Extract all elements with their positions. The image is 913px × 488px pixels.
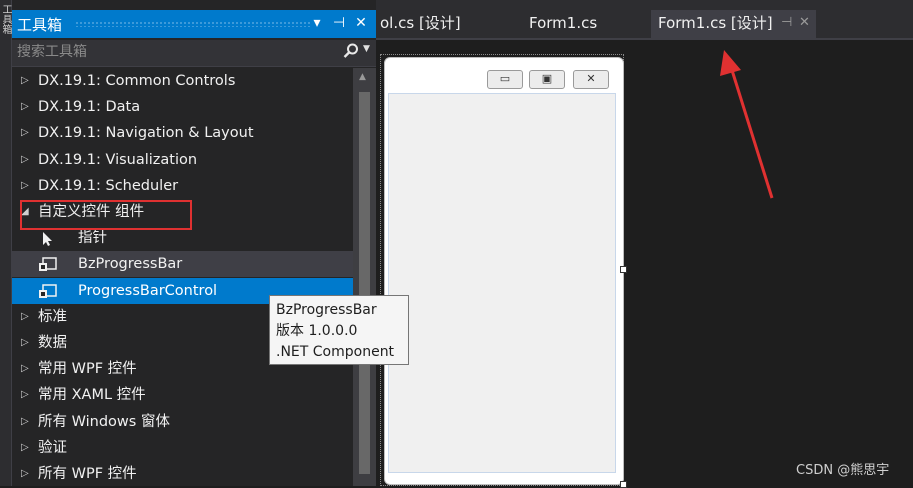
collapsed-arrow-icon[interactable]: ▷: [21, 68, 31, 94]
close-icon[interactable]: ✕: [352, 13, 370, 33]
collapsed-arrow-icon[interactable]: ▷: [21, 94, 31, 120]
tooltip-version: 版本 1.0.0.0: [276, 323, 358, 339]
toolbox-entry-label: DX.19.1: Data: [38, 99, 141, 116]
toolbox-title-bar[interactable]: 工具箱 ▾ ⊣ ✕: [12, 10, 376, 38]
toolbox-entry-label: DX.19.1: Visualization: [38, 151, 198, 168]
toolbox-entry-label: DX.19.1: Common Controls: [38, 73, 236, 89]
toolbox-tree: ▷ DX.19.1: Common Controls ▷ DX.19.1: Data ▷…: [12, 68, 353, 486]
tab-usercontrol-design[interactable]: ol.cs [设计]: [376, 10, 472, 38]
toolbox-entry-label: 常用 WPF 控件: [38, 361, 137, 378]
pin-icon[interactable]: ⊣: [330, 13, 348, 33]
component-tooltip: BzProgressBar 版本 1.0.0.0 .NET Component: [269, 295, 409, 365]
collapsed-arrow-icon[interactable]: ▷: [21, 147, 31, 173]
collapsed-arrow-icon[interactable]: ▷: [21, 356, 31, 382]
toolbox-entry-label: 所有 Windows 窗体: [38, 413, 170, 430]
collapsed-arrow-icon[interactable]: ▷: [21, 120, 31, 146]
scroll-up-arrow-icon[interactable]: ▲: [359, 72, 366, 82]
toolbox-group[interactable]: ▷ 所有 Windows 窗体: [12, 409, 353, 435]
title-grip: [75, 21, 311, 27]
toolbox-side-tab-label: 工具箱: [0, 4, 11, 34]
collapsed-arrow-icon[interactable]: ▷: [21, 382, 31, 408]
component-icon: [38, 283, 57, 299]
pin-icon[interactable]: ⊣: [781, 10, 792, 36]
toolbox-panel: 工具箱 ▾ ⊣ ✕ ▼ ▷ DX.19.1: Common Controls ▷ DX…: [12, 0, 376, 486]
toolbox-title: 工具箱: [17, 16, 63, 34]
toolbox-entry-label: 标准: [38, 308, 67, 325]
annotation-red-box: [20, 200, 192, 230]
toolbox-entry-label: 所有 WPF 控件: [38, 466, 137, 482]
toolbox-group[interactable]: ▷ DX.19.1: Navigation & Layout: [12, 120, 353, 146]
tab-form1-cs[interactable]: Form1.cs: [521, 10, 605, 38]
toolbox-entry-label: BzProgressBar: [78, 256, 183, 273]
collapsed-arrow-icon[interactable]: ▷: [21, 435, 31, 461]
toolbox-group[interactable]: ▷ DX.19.1: Common Controls: [12, 68, 353, 94]
annotation-arrow: [720, 50, 774, 199]
collapsed-arrow-icon[interactable]: ▷: [21, 330, 31, 356]
close-button[interactable]: ✕: [573, 70, 609, 89]
collapsed-arrow-icon[interactable]: ▷: [21, 461, 31, 486]
toolbox-entry-label: DX.19.1: Scheduler: [38, 177, 179, 194]
toolbox-item[interactable]: BzProgressBar: [12, 251, 353, 278]
search-options-chevron-icon[interactable]: ▼: [363, 44, 370, 54]
collapsed-arrow-icon[interactable]: ▷: [21, 304, 31, 330]
toolbox-entry-label: 常用 XAML 控件: [38, 387, 146, 404]
toolbox-group[interactable]: ▷ 常用 XAML 控件: [12, 382, 353, 408]
scrollbar-thumb[interactable]: [359, 92, 370, 474]
window-position-dropdown-button[interactable]: ▾: [308, 13, 326, 33]
resize-handle-right[interactable]: [620, 266, 627, 273]
minimize-button[interactable]: ▭: [487, 70, 523, 89]
toolbox-group[interactable]: ▷ DX.19.1: Data: [12, 94, 353, 120]
tooltip-name: BzProgressBar: [276, 302, 377, 318]
close-icon[interactable]: ✕: [799, 10, 810, 36]
tooltip-type: .NET Component: [276, 344, 395, 360]
toolbox-group[interactable]: ▷ DX.19.1: Scheduler: [12, 173, 353, 199]
tab-label: Form1.cs: [529, 14, 598, 32]
maximize-button[interactable]: ▣: [529, 70, 565, 89]
document-tab-bar: ol.cs [设计] Form1.cs Form1.cs [设计] ⊣ ✕: [376, 0, 913, 38]
toolbox-entry-label: 验证: [38, 439, 67, 456]
form-client-area[interactable]: [388, 93, 616, 473]
toolbox-scrollbar[interactable]: ▲: [353, 68, 376, 486]
toolbox-search-bar: ▼: [12, 40, 376, 67]
collapsed-arrow-icon[interactable]: ▷: [21, 173, 31, 199]
resize-handle-bottom-right[interactable]: [620, 481, 627, 488]
toolbox-group[interactable]: ▷ 验证: [12, 435, 353, 461]
toolbox-entry-label: ProgressBarControl: [78, 282, 218, 299]
collapsed-arrow-icon[interactable]: ▷: [21, 409, 31, 435]
tab-form1-design[interactable]: Form1.cs [设计] ⊣ ✕: [651, 10, 816, 38]
toolbox-entry-label: 数据: [38, 335, 67, 351]
search-icon[interactable]: [342, 42, 362, 62]
tab-label: ol.cs [设计]: [380, 14, 461, 32]
component-icon: [38, 256, 57, 272]
toolbox-group[interactable]: ▷ 所有 WPF 控件: [12, 461, 353, 486]
search-input[interactable]: [17, 42, 327, 62]
watermark: CSDN @熊思宇: [796, 463, 890, 478]
tab-label: Form1.cs [设计]: [658, 14, 773, 32]
toolbox-group[interactable]: ▷ DX.19.1: Visualization: [12, 147, 353, 173]
pointer-icon: [38, 230, 56, 247]
toolbox-entry-label: DX.19.1: Navigation & Layout: [38, 125, 254, 142]
toolbox-side-tab[interactable]: 工具箱: [0, 0, 12, 486]
